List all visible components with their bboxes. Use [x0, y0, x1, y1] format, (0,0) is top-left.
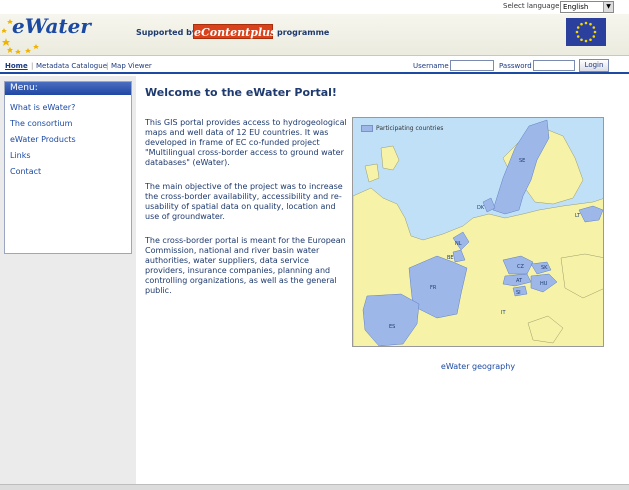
main-content: Welcome to the eWater Portal! This GIS p… — [136, 76, 629, 484]
username-input[interactable] — [450, 60, 494, 71]
country-label: FR — [430, 285, 437, 291]
sidebar-item-products[interactable]: eWater Products — [10, 135, 76, 144]
objective-paragraph: The main objective of the project was to… — [145, 182, 343, 221]
sidebar-item-links[interactable]: Links — [10, 151, 31, 160]
legend-label: Participating countries — [376, 125, 444, 132]
nav-separator: | — [106, 62, 109, 70]
page-title: Welcome to the eWater Portal! — [145, 86, 337, 99]
sidebar-menu: Menu: What is eWater? The consortium eWa… — [4, 81, 132, 254]
username-label: Username — [413, 62, 449, 70]
country-label: BE — [447, 255, 454, 261]
nav-separator: | — [31, 62, 34, 70]
sidebar-item-consortium[interactable]: The consortium — [10, 119, 72, 128]
nav-home-link[interactable]: Home — [5, 62, 28, 70]
language-select[interactable]: English ▼ — [560, 1, 614, 13]
chevron-down-icon[interactable]: ▼ — [603, 2, 613, 12]
nav-bar: Home | Metadata Catalogue | Map Viewer U… — [0, 57, 629, 74]
country-label: HU — [540, 281, 548, 287]
top-strip: Select language English ▼ — [0, 0, 629, 14]
eu-flag-icon — [566, 18, 606, 46]
country-label: AT — [516, 278, 523, 284]
intro-paragraph: This GIS portal provides access to hydro… — [145, 118, 347, 167]
menu-title: Menu: — [5, 82, 131, 95]
ewater-logo[interactable]: eWater — [2, 14, 91, 54]
europe-map[interactable]: SE LT DK NL BE FR CZ SK AT SI HU IT ES P… — [352, 117, 604, 347]
supported-by-label: Supported by — [136, 28, 198, 37]
sidebar-item-what-is-ewater[interactable]: What is eWater? — [10, 103, 75, 112]
sidebar: Menu: What is eWater? The consortium eWa… — [0, 76, 136, 484]
sidebar-item-contact[interactable]: Contact — [10, 167, 41, 176]
legend-swatch — [361, 125, 373, 132]
status-bar — [0, 484, 629, 490]
map-legend: Participating countries — [361, 125, 443, 132]
language-value: English — [563, 3, 589, 11]
audience-paragraph: The cross-border portal is meant for the… — [145, 236, 346, 295]
select-language-label: Select language — [503, 2, 560, 10]
nav-map-viewer-link[interactable]: Map Viewer — [111, 62, 152, 70]
country-label: SI — [516, 290, 521, 296]
econtentplus-logo: eContentplus — [193, 24, 277, 39]
logo-text: eWater — [12, 14, 91, 38]
password-label: Password — [499, 62, 532, 70]
password-input[interactable] — [533, 60, 575, 71]
login-button[interactable]: Login — [579, 59, 609, 72]
nav-metadata-catalogue-link[interactable]: Metadata Catalogue — [36, 62, 107, 70]
country-label: ES — [389, 324, 395, 330]
country-label: CZ — [517, 264, 524, 270]
country-label: DK — [477, 205, 485, 211]
map-caption-link[interactable]: eWater geography — [352, 362, 604, 371]
country-label: SK — [541, 265, 548, 271]
country-label: SE — [519, 158, 525, 164]
site-header: eWater Supported by eContentplus program… — [0, 14, 629, 56]
europe-map-graphic: SE LT DK NL BE FR CZ SK AT SI HU IT ES — [353, 119, 603, 346]
programme-label: programme — [277, 28, 330, 37]
country-label: NL — [455, 241, 462, 247]
